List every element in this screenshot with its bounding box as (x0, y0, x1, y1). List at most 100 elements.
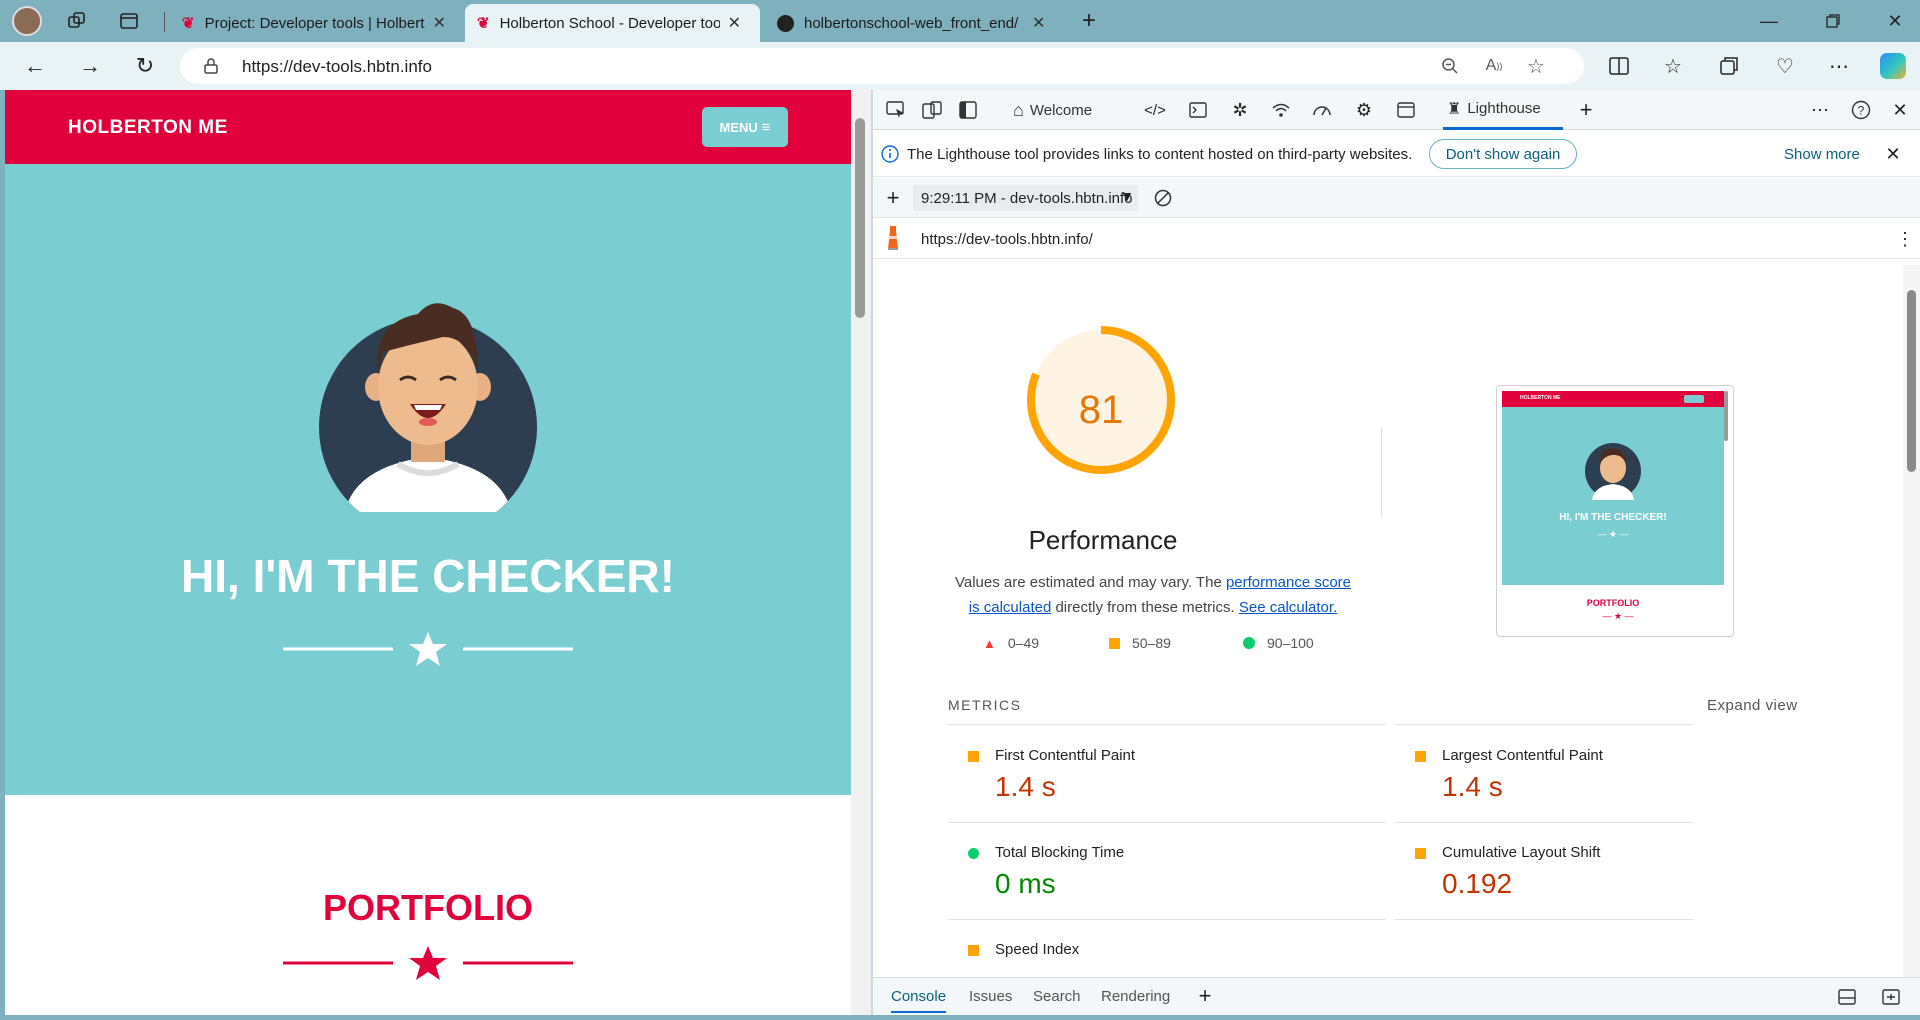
page-screenshot-thumbnail[interactable]: HOLBERTON ME HI, I'M THE CHECKER! — ★ — … (1496, 385, 1734, 637)
url-text: https://dev-tools.hbtn.info (242, 57, 432, 76)
close-icon[interactable]: ✕ (433, 13, 446, 33)
drawer-tab-console[interactable]: Console (891, 988, 947, 1013)
devtools-toolbar: ⌂ Welcome </> ✲ ⚙ ♜ Lighthouse + ⋯ ? ✕ (873, 90, 1920, 130)
restore-icon[interactable] (1818, 8, 1848, 34)
page-scrollbar-thumb[interactable] (855, 118, 865, 318)
favorite-star-icon[interactable]: ☆ (1524, 54, 1548, 78)
metric-value: 0 ms (995, 868, 1056, 899)
more-tabs-plus-icon[interactable]: + (1573, 97, 1599, 122)
favorites-icon[interactable]: ☆ (1660, 53, 1686, 79)
report-select-value: 9:29:11 PM - dev-tools.hbtn.info (921, 189, 1133, 207)
performance-gauge-icon[interactable] (1309, 98, 1335, 122)
browser-essentials-icon[interactable]: ♡ (1772, 53, 1798, 79)
devtools-panel: ⌂ Welcome </> ✲ ⚙ ♜ Lighthouse + ⋯ ? ✕ T… (873, 90, 1920, 1015)
metric-name: Cumulative Layout Shift (1442, 844, 1601, 861)
drawer-tab-issues[interactable]: Issues (969, 988, 1012, 1005)
more-menu-icon[interactable]: ⋯ (1826, 53, 1852, 79)
drawer-add-tab-icon[interactable]: + (1193, 983, 1217, 1008)
metric-value: 0.192 (1442, 868, 1513, 899)
metric-name: Largest Contentful Paint (1442, 747, 1603, 764)
read-aloud-icon[interactable]: A)) (1480, 54, 1508, 78)
site-brand[interactable]: HOLBERTON ME (68, 117, 228, 139)
triangle-fail-icon: ▲ (983, 635, 996, 651)
report-scrollbar-thumb[interactable] (1907, 290, 1916, 472)
tab-project[interactable]: ❦ Project: Developer tools | Holberton ✕ (170, 4, 460, 42)
close-infobar-icon[interactable]: ✕ (1881, 142, 1905, 166)
device-emulation-icon[interactable] (919, 98, 945, 122)
tab-github[interactable]: holbertonschool-web_front_end/ ✕ (765, 4, 1060, 42)
console-tab-icon[interactable] (1185, 98, 1211, 122)
tab-welcome-label: Welcome (1029, 101, 1093, 119)
report-menu-icon[interactable]: ⋮ (1895, 227, 1915, 251)
minimize-icon[interactable]: — (1754, 8, 1784, 34)
desc-text: directly from these metrics. (1051, 599, 1239, 616)
report-url-bar: https://dev-tools.hbtn.info/ ⋮ (873, 219, 1920, 259)
tab-separator (164, 12, 165, 32)
site-navbar: HOLBERTON ME MENU ≡ (5, 90, 851, 164)
copilot-icon[interactable] (1880, 53, 1906, 79)
performance-title: Performance (1028, 525, 1178, 555)
new-report-plus-icon[interactable]: + (881, 185, 905, 211)
tab-strip: ❦ Project: Developer tools | Holberton ✕… (0, 0, 1920, 42)
legend-pass: 90–100 (1243, 635, 1314, 651)
back-arrow-icon[interactable]: ← (20, 52, 50, 80)
help-icon[interactable]: ? (1848, 98, 1874, 122)
close-icon[interactable]: ✕ (728, 13, 741, 33)
close-devtools-icon[interactable]: ✕ (1887, 98, 1913, 122)
report-select[interactable]: 9:29:11 PM - dev-tools.hbtn.info ▼ (913, 185, 1138, 211)
menu-label: MENU (719, 119, 758, 135)
tab-lighthouse[interactable]: ♜ Lighthouse (1443, 90, 1563, 130)
expand-view-button[interactable]: Expand view (1707, 697, 1798, 714)
circle-pass-icon (968, 848, 979, 859)
tab-lighthouse-label: Lighthouse (1467, 100, 1541, 117)
address-bar[interactable]: https://dev-tools.hbtn.info A)) ☆ (180, 48, 1584, 84)
hero-divider (281, 629, 575, 669)
show-more-link[interactable]: Show more (1784, 146, 1860, 163)
metric-value: 1.4 s (1442, 771, 1503, 802)
metric-tbt: Total Blocking Time 0 ms (948, 822, 1388, 919)
inspect-element-icon[interactable] (883, 98, 909, 122)
menu-button[interactable]: MENU ≡ (702, 107, 788, 147)
zoom-out-icon[interactable] (1438, 54, 1462, 78)
tab-actions-icon[interactable] (114, 8, 144, 34)
new-tab-plus-icon[interactable]: + (1074, 6, 1104, 36)
github-icon (777, 14, 794, 32)
tab-welcome[interactable]: ⌂ Welcome (1013, 90, 1092, 130)
square-average-icon (1415, 751, 1426, 762)
undock-drawer-icon[interactable] (1835, 986, 1859, 1008)
see-calculator-link[interactable]: See calculator. (1239, 599, 1337, 616)
forward-arrow-icon[interactable]: → (75, 52, 105, 80)
metrics-heading: METRICS (948, 697, 1022, 713)
refresh-icon[interactable]: ↻ (130, 52, 160, 80)
close-drawer-icon[interactable] (1879, 986, 1903, 1008)
thumb-menu (1684, 395, 1704, 403)
close-icon[interactable]: ✕ (1032, 13, 1045, 33)
square-average-icon (1109, 637, 1120, 649)
dock-side-icon[interactable] (955, 98, 981, 122)
elements-tab-icon[interactable]: </> (1141, 98, 1169, 122)
memory-chip-icon[interactable]: ⚙ (1351, 98, 1377, 122)
application-icon[interactable] (1393, 98, 1419, 122)
workspaces-icon[interactable] (62, 8, 92, 34)
metric-fcp: First Contentful Paint 1.4 s (948, 725, 1388, 822)
close-window-icon[interactable]: ✕ (1880, 8, 1910, 34)
portfolio-divider (281, 943, 575, 983)
tab-active-holberton[interactable]: ❦ Holberton School - Developer tools ✕ (465, 4, 760, 42)
drawer-tab-search[interactable]: Search (1033, 988, 1081, 1005)
legend-pass-label: 90–100 (1267, 635, 1314, 651)
thumb-hero-title: HI, I'M THE CHECKER! (1559, 512, 1667, 523)
sources-bug-icon[interactable]: ✲ (1227, 98, 1253, 122)
drawer-tab-rendering[interactable]: Rendering (1101, 988, 1170, 1005)
thumb-portfolio-divider: — ★ — (1602, 611, 1634, 621)
tab-title: Project: Developer tools | Holberton (204, 14, 425, 32)
profile-avatar[interactable] (12, 6, 42, 36)
network-wifi-icon[interactable] (1268, 98, 1294, 122)
devtools-more-icon[interactable]: ⋯ (1807, 98, 1833, 122)
split-screen-icon[interactable] (1606, 53, 1632, 79)
dont-show-again-button[interactable]: Don't show again (1429, 139, 1577, 169)
lighthouse-report: 81 Performance Values are estimated and … (873, 260, 1903, 975)
tab-title: holbertonschool-web_front_end/ (804, 14, 1019, 32)
clear-reports-icon[interactable] (1151, 186, 1175, 210)
collections-icon[interactable] (1716, 53, 1742, 79)
star-icon (409, 946, 447, 980)
